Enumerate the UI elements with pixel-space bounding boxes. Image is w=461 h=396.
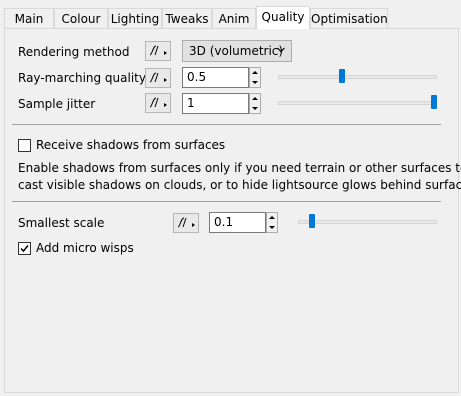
curve-icon <box>149 45 167 56</box>
tab-main[interactable]: Main <box>4 8 54 28</box>
ray-marching-curve-button[interactable] <box>145 68 171 88</box>
sample-jitter-spin-arrows[interactable] <box>249 93 261 114</box>
ray-marching-quality-spin-arrows[interactable] <box>249 67 261 88</box>
curve-icon <box>177 217 195 228</box>
receive-shadows-label[interactable]: Receive shadows from surfaces <box>36 138 225 152</box>
ray-marching-quality-spinbox: 0.5 <box>182 67 262 88</box>
ray-marching-quality-slider[interactable] <box>278 67 437 87</box>
spin-down-arrow-icon[interactable] <box>250 104 260 113</box>
spin-down-arrow-icon[interactable] <box>250 78 260 87</box>
spin-down-arrow-icon[interactable] <box>267 223 277 232</box>
checkmark-icon <box>20 245 29 253</box>
add-micro-wisps-checkbox[interactable] <box>18 242 31 255</box>
slider-track <box>298 220 437 224</box>
add-micro-wisps-label[interactable]: Add micro wisps <box>36 241 134 255</box>
curve-icon <box>149 72 167 83</box>
spin-up-arrow-icon[interactable] <box>267 213 277 222</box>
sample-jitter-curve-button[interactable] <box>145 93 171 113</box>
receive-shadows-checkbox[interactable] <box>18 139 31 152</box>
smallest-scale-spinbox: 0.1 <box>209 212 279 233</box>
rendering-method-value: 3D (volumetric) <box>189 44 284 58</box>
ray-marching-quality-label: Ray-marching quality <box>18 71 146 85</box>
smallest-scale-spin-arrows[interactable] <box>266 212 278 233</box>
sample-jitter-slider[interactable] <box>278 93 437 113</box>
smallest-scale-curve-button[interactable] <box>173 213 199 233</box>
tab-anim[interactable]: Anim <box>212 8 256 28</box>
tab-optimisation[interactable]: Optimisation <box>310 8 388 28</box>
separator <box>12 201 441 202</box>
rendering-method-dropdown[interactable]: 3D (volumetric) <box>182 40 292 62</box>
tab-colour[interactable]: Colour <box>54 8 108 28</box>
spin-up-arrow-icon[interactable] <box>250 94 260 103</box>
rendering-method-label: Rendering method <box>18 45 130 59</box>
rendering-method-curve-button[interactable] <box>145 41 171 61</box>
slider-thumb[interactable] <box>339 69 345 83</box>
curve-icon <box>149 97 167 108</box>
ray-marching-quality-input[interactable]: 0.5 <box>182 67 249 88</box>
sample-jitter-label: Sample jitter <box>18 97 96 111</box>
tab-lighting[interactable]: Lighting <box>108 8 162 28</box>
tab-quality[interactable]: Quality <box>256 6 310 29</box>
slider-track <box>278 75 437 79</box>
separator <box>12 124 441 125</box>
tab-tweaks[interactable]: Tweaks <box>162 8 212 28</box>
sample-jitter-spinbox: 1 <box>182 93 262 114</box>
shadow-info-text-line1: Enable shadows from surfaces only if you… <box>18 161 461 175</box>
slider-track <box>278 101 437 105</box>
sample-jitter-input[interactable]: 1 <box>182 93 249 114</box>
shadow-info-text-line2: cast visible shadows on clouds, or to hi… <box>18 178 461 192</box>
smallest-scale-input[interactable]: 0.1 <box>209 212 266 233</box>
slider-thumb[interactable] <box>309 214 315 228</box>
smallest-scale-slider[interactable] <box>298 212 437 232</box>
chevron-down-icon <box>277 47 285 53</box>
spin-up-arrow-icon[interactable] <box>250 68 260 77</box>
slider-thumb[interactable] <box>431 95 437 109</box>
smallest-scale-label: Smallest scale <box>18 216 105 230</box>
